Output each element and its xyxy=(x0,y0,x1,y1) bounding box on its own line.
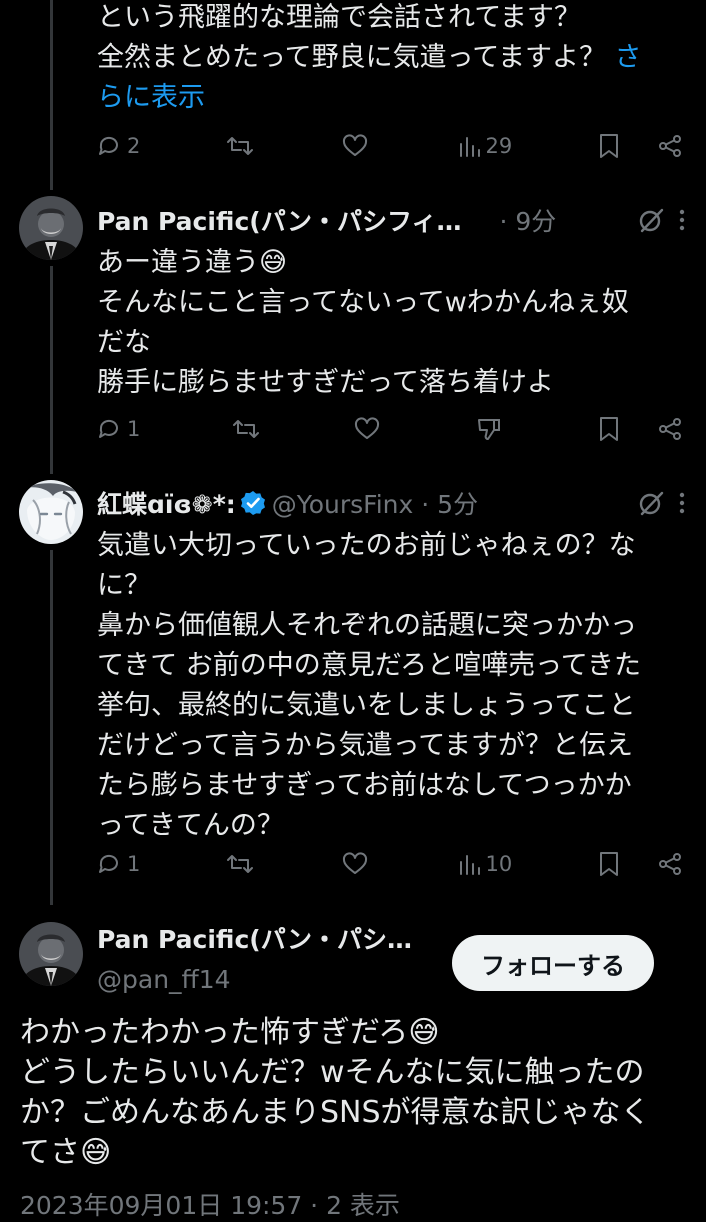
reply-button[interactable]: 1 xyxy=(97,852,140,876)
like-button[interactable] xyxy=(342,134,372,158)
reply-icon xyxy=(99,419,118,438)
show-more-link[interactable]: さ xyxy=(615,42,642,73)
tweet-1[interactable]: という飛躍的な理論で会話されてます？ 全然まとめたって野良に気遣ってますよ？ さ… xyxy=(0,0,706,190)
retweet-icon xyxy=(233,420,260,438)
tweet-body: あー違う違う😅 そんなにこと言ってないってwわかんねぇ奴 だな 勝手に膨らませす… xyxy=(97,247,629,398)
tweet-header: 紅蝶ɑïɞ❁*: @YoursFinx · 5分 xyxy=(97,483,686,523)
views-count: 10 xyxy=(485,852,513,876)
avatar-image xyxy=(19,196,83,260)
more-icon[interactable] xyxy=(678,490,686,516)
retweet-button[interactable] xyxy=(226,134,256,158)
action-bar: 1 xyxy=(97,409,688,449)
retweet-button[interactable] xyxy=(232,417,262,441)
tweet-body: 気遣い大切っていったのお前じゃねぇの？な に？ 鼻から価値観人それぞれの話題に突… xyxy=(97,530,641,841)
like-icon xyxy=(342,852,367,874)
main-tweet-body: わかったわかった怖すぎだろ😅 どうしたらいいんだ？wそんなに気に触ったの か？ご… xyxy=(20,1015,651,1170)
follow-button[interactable]: フォローする xyxy=(452,935,654,991)
verified-icon xyxy=(240,491,265,515)
tweet-body-line: という飛躍的な理論で会話されてます？ xyxy=(97,2,581,33)
action-bar: 2 29 xyxy=(97,126,688,166)
grok-icon[interactable] xyxy=(638,207,664,233)
reply-icon xyxy=(99,854,118,873)
bookmark-button[interactable] xyxy=(598,416,628,442)
more-icon[interactable] xyxy=(678,207,686,233)
display-name[interactable]: Pan Pacific(パン・パシ… xyxy=(97,920,412,956)
share-button[interactable] xyxy=(658,417,688,441)
bookmark-button[interactable] xyxy=(598,851,628,877)
main-tweet-header: Pan Pacific(パン・パシ… xyxy=(97,918,412,958)
like-button[interactable] xyxy=(354,417,384,441)
post-timestamp[interactable]: 2023年09月01日 19:57 · 2 表示 xyxy=(20,1186,400,1222)
tweet-body-line: 全然まとめたって野良に気遣ってますよ？ xyxy=(97,42,615,73)
avatar-image xyxy=(19,480,83,544)
views-icon xyxy=(459,855,480,875)
tweet-header: Pan Pacific(パン・パシフィ… · 9分 xyxy=(97,200,686,240)
retweet-icon xyxy=(227,137,254,155)
share-button[interactable] xyxy=(658,852,688,876)
reply-button[interactable]: 2 xyxy=(97,134,140,158)
reply-count: 1 xyxy=(127,417,141,441)
action-bar: 1 10 xyxy=(97,844,688,884)
show-more-link[interactable]: らに表示 xyxy=(97,82,205,113)
tweet-body: という飛躍的な理論で会話されてます？ 全然まとめたって野良に気遣ってますよ？ さ… xyxy=(97,0,686,118)
grok-icon[interactable] xyxy=(638,490,664,516)
retweet-button[interactable] xyxy=(226,852,256,876)
tweet-3[interactable]: 紅蝶ɑïɞ❁*: @YoursFinx · 5分 気遣い大切っていったのお前じゃ… xyxy=(0,480,706,905)
share-icon xyxy=(659,418,681,440)
bookmark-icon xyxy=(599,852,618,876)
post-time[interactable]: · 9分 xyxy=(499,202,556,238)
views-button[interactable]: 10 xyxy=(458,852,513,876)
dislike-icon xyxy=(478,419,501,440)
handle-and-time[interactable]: @YoursFinx · 5分 xyxy=(272,485,478,521)
avatar[interactable] xyxy=(19,922,83,986)
display-name[interactable]: 紅蝶ɑïɞ❁*: xyxy=(97,485,236,521)
share-icon xyxy=(658,135,681,157)
avatar[interactable] xyxy=(19,196,83,260)
views-button[interactable]: 29 xyxy=(458,134,513,158)
share-icon xyxy=(658,853,681,875)
share-button[interactable] xyxy=(658,134,688,158)
views-count: 29 xyxy=(485,134,513,158)
like-icon xyxy=(342,134,367,156)
avatar[interactable] xyxy=(19,480,83,544)
bookmark-icon xyxy=(599,134,618,158)
main-tweet[interactable]: Pan Pacific(パン・パシ… @pan_ff14 フォローする わかった… xyxy=(0,922,706,1200)
reply-button[interactable]: 1 xyxy=(97,417,140,441)
like-icon xyxy=(355,417,380,439)
bookmark-button[interactable] xyxy=(598,133,628,159)
avatar-image xyxy=(19,922,83,986)
like-button[interactable] xyxy=(342,852,372,876)
reply-icon xyxy=(99,136,118,155)
tweet-2[interactable]: Pan Pacific(パン・パシフィ… · 9分 あー違う違う😅 そんなにこと… xyxy=(0,196,706,476)
views-icon xyxy=(459,137,480,157)
main-tweet-handle-row: @pan_ff14 xyxy=(97,959,231,999)
bookmark-icon xyxy=(600,417,618,441)
retweet-icon xyxy=(227,855,254,873)
dislike-button[interactable] xyxy=(476,416,506,442)
display-name[interactable]: Pan Pacific(パン・パシフィ… xyxy=(97,202,461,238)
handle[interactable]: @pan_ff14 xyxy=(97,965,231,994)
reply-count: 2 xyxy=(127,134,141,158)
reply-count: 1 xyxy=(127,852,141,876)
